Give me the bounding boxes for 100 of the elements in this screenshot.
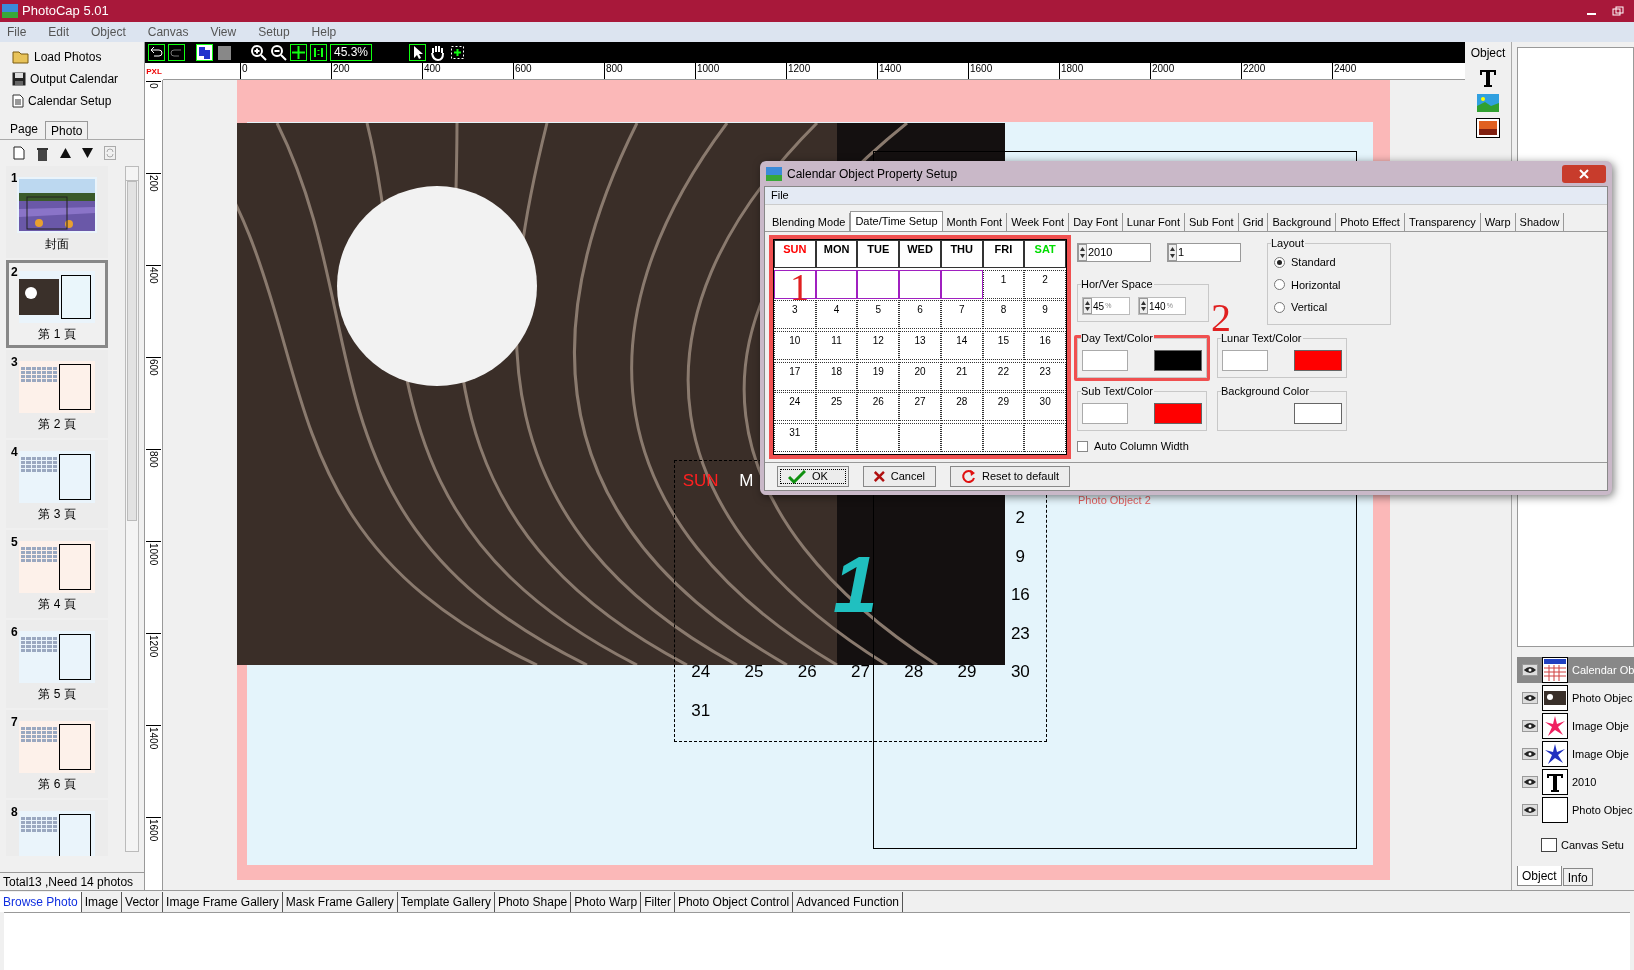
radio-button[interactable] bbox=[1274, 301, 1285, 313]
text-input[interactable] bbox=[1082, 403, 1128, 424]
menu-item[interactable]: Canvas bbox=[147, 23, 189, 41]
day-cell[interactable]: 26 bbox=[857, 392, 900, 422]
number-spinner[interactable]: 1 bbox=[1167, 243, 1241, 262]
checkbox[interactable] bbox=[1077, 440, 1088, 452]
color-swatch[interactable] bbox=[1294, 403, 1342, 424]
sunset-image-icon[interactable] bbox=[1476, 118, 1500, 138]
menu-item[interactable]: Object bbox=[91, 23, 126, 41]
menu-item[interactable]: File bbox=[7, 23, 27, 41]
day-cell[interactable]: 7 bbox=[940, 300, 983, 330]
dialog-button[interactable]: OK bbox=[777, 466, 849, 487]
panel-tab[interactable]: Info bbox=[1562, 868, 1593, 886]
redo-icon[interactable] bbox=[168, 44, 185, 61]
panel-tab[interactable]: Object bbox=[1517, 866, 1562, 886]
day-cell[interactable]: 20 bbox=[899, 361, 941, 391]
menu-item[interactable]: View bbox=[210, 23, 237, 41]
dialog-button[interactable]: Reset to default bbox=[950, 466, 1071, 487]
up-arrow-icon[interactable] bbox=[60, 148, 71, 158]
actual-size-icon[interactable] bbox=[310, 44, 327, 61]
fit-icon[interactable] bbox=[290, 44, 307, 61]
image-icon[interactable] bbox=[1477, 94, 1499, 112]
number-spinner[interactable]: 2010 bbox=[1077, 243, 1151, 262]
action-button[interactable]: Calendar Setup bbox=[12, 93, 144, 109]
day-cell[interactable]: 16 bbox=[1024, 330, 1066, 360]
eye-icon[interactable] bbox=[1522, 748, 1538, 760]
color-swatch[interactable] bbox=[1294, 350, 1342, 371]
menu-item[interactable]: Edit bbox=[48, 23, 70, 41]
eye-icon[interactable] bbox=[1522, 664, 1538, 676]
undo-icon[interactable] bbox=[148, 44, 165, 61]
hand-icon[interactable] bbox=[429, 44, 447, 61]
trash-icon[interactable] bbox=[36, 145, 49, 161]
page-thumbnail[interactable]: 6 第 5 頁 bbox=[6, 620, 108, 708]
day-cell[interactable]: 10 bbox=[774, 330, 816, 360]
day-cell[interactable]: 21 bbox=[940, 361, 983, 391]
eye-icon[interactable] bbox=[1522, 804, 1538, 816]
pointer-icon[interactable] bbox=[409, 44, 427, 61]
menu-item[interactable]: Setup bbox=[258, 23, 290, 41]
copy-icon[interactable] bbox=[196, 44, 213, 61]
new-page-icon[interactable] bbox=[13, 146, 25, 160]
page-thumbnail[interactable]: 5 第 4 頁 bbox=[6, 530, 108, 618]
day-cell[interactable]: 14 bbox=[940, 330, 983, 360]
page-thumbnail[interactable]: 3 第 2 頁 bbox=[6, 350, 108, 438]
down-arrow-icon[interactable] bbox=[82, 148, 93, 158]
day-cell[interactable]: 12 bbox=[857, 330, 900, 360]
page-thumbnail[interactable]: 8 bbox=[6, 800, 108, 856]
text-input[interactable] bbox=[1082, 350, 1128, 371]
day-cell[interactable]: 6 bbox=[899, 300, 941, 330]
color-swatch[interactable] bbox=[1154, 403, 1202, 424]
panel-tab[interactable]: Photo bbox=[45, 121, 89, 139]
day-cell[interactable]: 5 bbox=[857, 300, 900, 330]
layer-row[interactable]: 2010 bbox=[1517, 769, 1634, 795]
bottom-tab[interactable]: Browse Photo bbox=[0, 892, 82, 912]
select-area-icon[interactable] bbox=[449, 44, 467, 61]
eye-icon[interactable] bbox=[1522, 692, 1538, 704]
day-cell[interactable]: 22 bbox=[982, 361, 1025, 391]
layer-row[interactable]: Image Obje bbox=[1517, 713, 1634, 739]
layer-row[interactable]: Photo Objec bbox=[1517, 797, 1634, 823]
day-cell[interactable]: 28 bbox=[940, 392, 983, 422]
day-cell[interactable]: 1 bbox=[982, 269, 1025, 299]
day-cell[interactable]: 11 bbox=[815, 330, 858, 360]
day-cell[interactable]: 3 bbox=[774, 300, 816, 330]
text-tool-icon[interactable] bbox=[1478, 68, 1498, 88]
day-cell[interactable]: 29 bbox=[982, 392, 1025, 422]
day-cell[interactable]: 9 bbox=[1024, 300, 1066, 330]
day-cell[interactable]: 17 bbox=[774, 361, 816, 391]
day-cell[interactable]: 18 bbox=[815, 361, 858, 391]
menu-item[interactable]: Help bbox=[311, 23, 337, 41]
day-cell[interactable]: 27 bbox=[899, 392, 941, 422]
close-button[interactable] bbox=[1562, 164, 1606, 183]
day-cell[interactable]: 4 bbox=[815, 300, 858, 330]
day-cell[interactable]: 19 bbox=[857, 361, 900, 391]
day-cell[interactable]: 31 bbox=[774, 422, 816, 452]
radio-button[interactable] bbox=[1274, 256, 1285, 268]
action-button[interactable]: Output Calendar bbox=[12, 71, 144, 87]
page-thumbnail[interactable]: 7 第 6 頁 bbox=[6, 710, 108, 798]
layer-row[interactable]: Photo Objec bbox=[1517, 685, 1634, 711]
zoom-out-icon[interactable] bbox=[270, 44, 287, 61]
day-cell[interactable]: 8 bbox=[982, 300, 1025, 330]
text-input[interactable] bbox=[1222, 350, 1268, 371]
page-thumbnail[interactable]: 2 第 1 頁 bbox=[6, 260, 108, 348]
day-cell[interactable]: 2 bbox=[1024, 269, 1066, 299]
action-button[interactable]: Load Photos bbox=[12, 49, 144, 65]
radio-button[interactable] bbox=[1274, 279, 1285, 291]
color-swatch[interactable] bbox=[1154, 350, 1202, 371]
day-cell[interactable]: 30 bbox=[1024, 392, 1066, 422]
eye-icon[interactable] bbox=[1522, 776, 1538, 788]
layer-row[interactable]: Calendar Ob bbox=[1517, 657, 1634, 683]
dialog-button[interactable]: Cancel bbox=[863, 466, 936, 487]
page-thumbnail[interactable]: 1 封面 bbox=[6, 166, 108, 258]
scrollbar[interactable] bbox=[125, 166, 139, 852]
page-thumbnail[interactable]: 4 第 3 頁 bbox=[6, 440, 108, 528]
menu-item[interactable]: File bbox=[771, 187, 789, 204]
restore-icon[interactable] bbox=[1612, 6, 1624, 16]
dialog-tab[interactable]: Date/Time Setup bbox=[850, 211, 943, 231]
day-cell[interactable]: 13 bbox=[899, 330, 941, 360]
day-cell[interactable]: 25 bbox=[815, 392, 858, 422]
checkbox[interactable] bbox=[1541, 838, 1557, 853]
eye-icon[interactable] bbox=[1522, 720, 1538, 732]
zoom-in-icon[interactable] bbox=[250, 44, 267, 61]
